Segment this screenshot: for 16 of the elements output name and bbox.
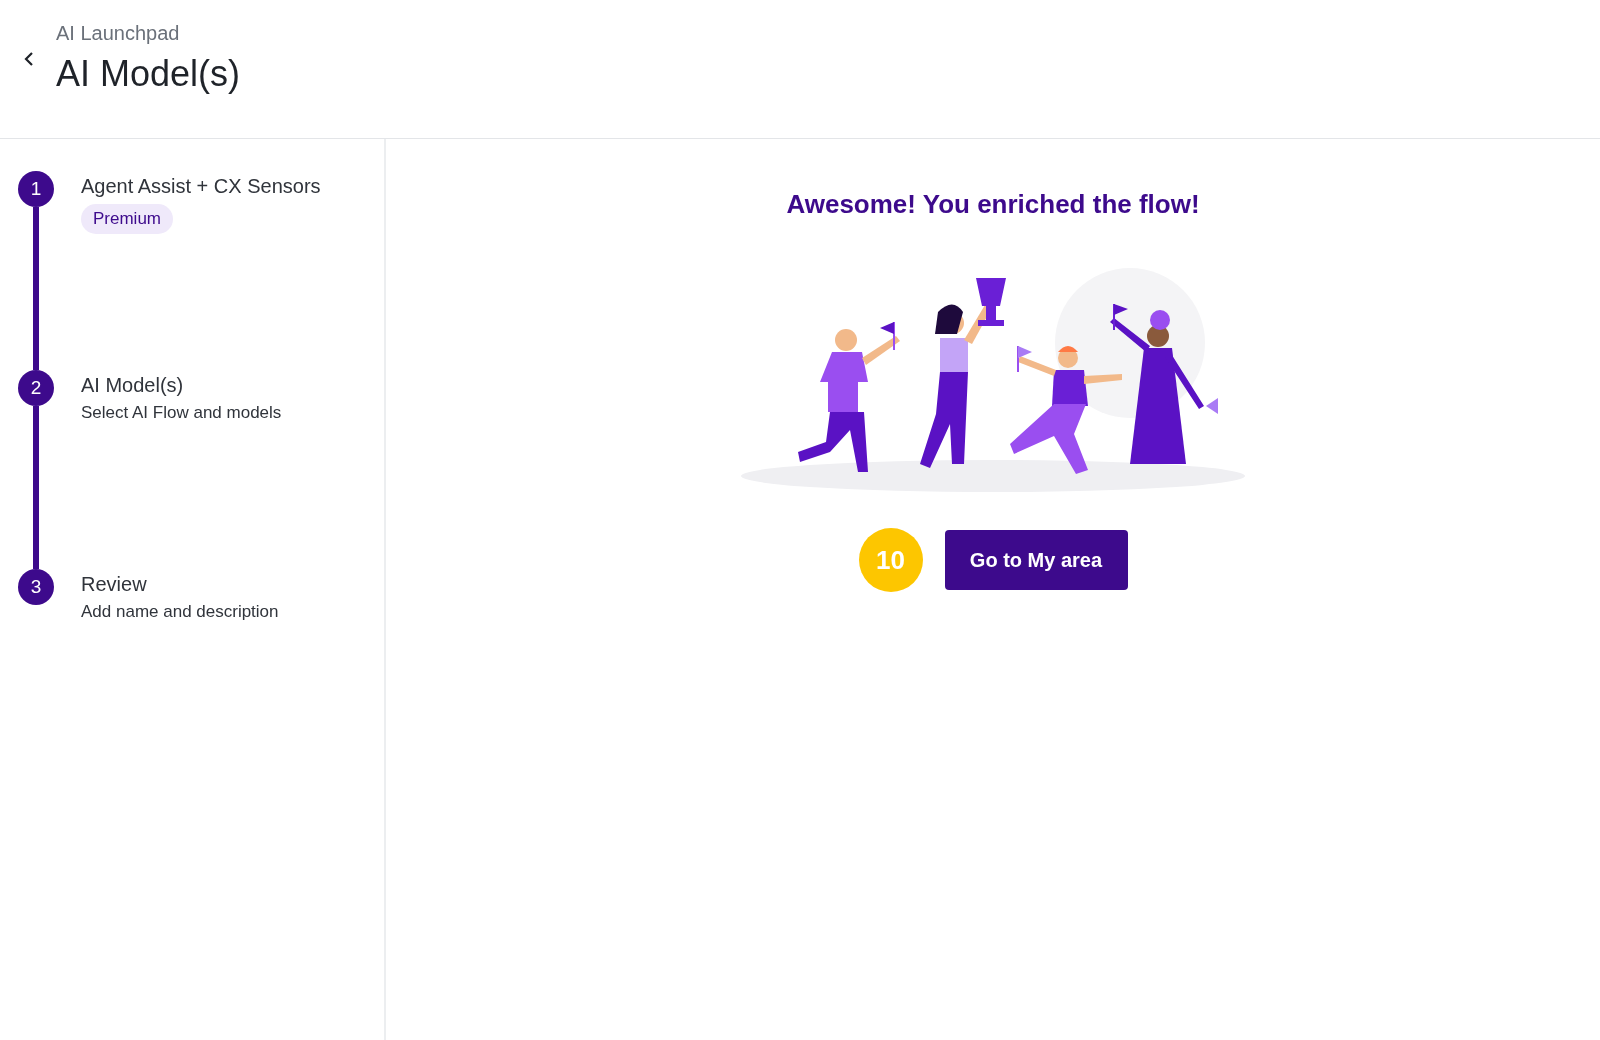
step-title: Agent Assist + CX Sensors — [81, 175, 321, 198]
go-to-my-area-button[interactable]: Go to My area — [944, 530, 1128, 590]
step-title: Review — [81, 573, 148, 596]
premium-badge: Premium — [81, 204, 173, 234]
step-subtitle: Add name and description — [81, 602, 279, 622]
step-title: AI Model(s) — [81, 374, 185, 397]
back-button[interactable] — [22, 50, 36, 68]
step-subtitle: Select AI Flow and models — [81, 403, 282, 423]
back-icon — [22, 50, 36, 68]
success-heading: Awesome! You enriched the flow! — [786, 189, 1200, 220]
step-number: 2 — [18, 370, 54, 406]
step-number: 1 — [18, 171, 54, 207]
step-number: 3 — [18, 569, 54, 605]
breadcrumb: AI Launchpad — [56, 22, 181, 45]
countdown-badge: 10 — [858, 528, 923, 592]
page-title: AI Model(s) — [56, 53, 241, 95]
